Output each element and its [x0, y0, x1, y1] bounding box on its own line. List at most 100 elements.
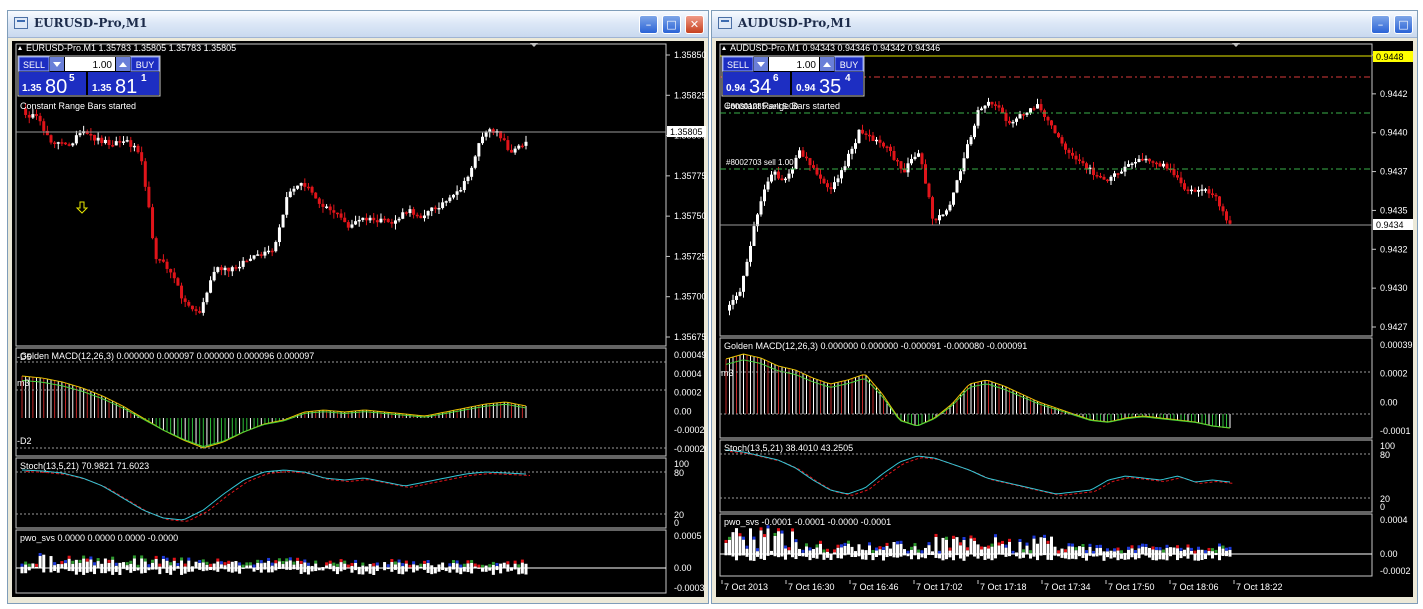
pwo-color-mark [1057, 550, 1060, 554]
candle-body [201, 302, 205, 313]
price-axis-label: 0.9427 [1380, 322, 1408, 332]
pwo-bar [966, 550, 969, 554]
pwo-bar [885, 545, 889, 554]
pwo-bar [948, 550, 952, 554]
pwo-color-mark [205, 561, 209, 565]
pwo-bar [868, 545, 871, 554]
price-axis-label: 0.9442 [1380, 89, 1408, 99]
pwo-bar [20, 568, 24, 574]
pwo-bar [263, 562, 267, 568]
collapse-triangle-icon[interactable] [722, 46, 726, 50]
pwo-bar [299, 563, 303, 568]
pwo-bar [441, 562, 445, 568]
audusd-titlebar[interactable]: AUDUSD-Pro,M1 – □ [712, 11, 1417, 38]
pwo-color-mark [125, 562, 129, 566]
pwo-bar [983, 554, 987, 560]
pwo-color-mark [245, 562, 249, 566]
pwo-bar [1186, 554, 1190, 559]
eurusd-titlebar[interactable]: EURUSD-Pro,M1 – □ ✕ [8, 11, 708, 38]
pwo-bar [896, 544, 899, 554]
candle-body [393, 220, 397, 224]
candle-body [1148, 158, 1151, 162]
pwo-bar [140, 558, 144, 568]
pwo-color-mark [1221, 545, 1225, 549]
maximize-button[interactable]: □ [662, 15, 681, 34]
candle-body [140, 152, 144, 162]
candle-body [335, 212, 339, 215]
pwo-bar [1074, 550, 1078, 554]
sell-signal-arrow-icon [75, 201, 89, 214]
maximize-button[interactable]: □ [1394, 15, 1413, 34]
candle-body [172, 272, 176, 279]
pwo-bar [815, 547, 819, 554]
candle-body [227, 267, 231, 272]
macd-axis-label: 0.00 [674, 406, 692, 416]
pwo-bar [913, 546, 917, 554]
eurusd-chart-area[interactable]: 1.358501.358251.358001.357751.357501.357… [12, 41, 706, 599]
candle-body [822, 178, 826, 184]
candle-body [517, 145, 521, 149]
price-axis-label: 1.35825 [674, 90, 706, 100]
pwo-bar [924, 547, 927, 554]
stoch-indicator-label: Stoch(13,5,21) 38.4010 43.2505 [724, 443, 853, 453]
candle-body [864, 133, 868, 135]
audusd-chart-area[interactable]: 0.94450.94420.94400.94370.94350.94320.94… [716, 41, 1413, 597]
candle-body [96, 137, 100, 141]
candle-body [934, 218, 938, 221]
status-message: Constant Range Bars started [724, 101, 840, 111]
candle-body [241, 260, 245, 267]
price-axis-label: 0.9432 [1380, 244, 1408, 254]
pane-frame-macd [15, 347, 667, 457]
candle-body [328, 206, 332, 211]
pwo-bar [216, 561, 220, 568]
candle-body [111, 145, 115, 147]
pwo-bar [1018, 541, 1022, 554]
pwo-color-mark [962, 536, 966, 540]
pwo-bar [85, 568, 89, 573]
candle-body [1211, 193, 1214, 195]
pwo-bar [285, 561, 289, 568]
pwo-color-mark [67, 555, 71, 559]
chart-shift-marker[interactable] [1232, 43, 1240, 47]
pwo-bar [1218, 546, 1221, 554]
candle-body [103, 139, 107, 144]
pwo-color-mark [339, 559, 343, 563]
pwo-color-mark [1151, 546, 1155, 550]
pwo-bar [1046, 554, 1050, 560]
pwo-bar [780, 533, 784, 554]
pwo-bar [397, 568, 401, 574]
audusd-chart-svg[interactable]: 0.94450.94420.94400.94370.94350.94320.94… [716, 41, 1415, 599]
candle-body [212, 271, 216, 281]
minimize-button[interactable]: – [1371, 15, 1390, 34]
pwo-bar [49, 568, 53, 573]
pwo-bar [752, 554, 756, 561]
candle-body [397, 218, 401, 221]
pwo-bar [864, 550, 868, 554]
pwo-color-mark [306, 562, 310, 566]
pwo-bar [1109, 554, 1113, 559]
candle-body [1060, 137, 1064, 144]
pwo-bar [74, 559, 78, 568]
pwo-bar [281, 564, 285, 568]
candle-body [987, 101, 990, 106]
pwo-bar [238, 568, 242, 574]
pwo-bar [843, 545, 847, 554]
pwo-bar [183, 568, 187, 574]
pwo-bar [766, 528, 770, 554]
candle-body [419, 215, 423, 219]
pwo-bar [1155, 550, 1158, 554]
collapse-triangle-icon[interactable] [18, 46, 22, 50]
pwo-color-mark [784, 545, 787, 549]
pwo-bar [861, 554, 864, 560]
pwo-bar [1144, 546, 1148, 554]
candle-body [74, 135, 78, 144]
minimize-button[interactable]: – [639, 15, 658, 34]
pwo-bar [1029, 554, 1032, 559]
pwo-bar [791, 531, 794, 554]
candle-body [941, 214, 945, 217]
pwo-bar [357, 568, 361, 575]
close-button[interactable]: ✕ [685, 15, 704, 34]
pwo-color-mark [1214, 549, 1218, 553]
chart-shift-marker[interactable] [530, 43, 538, 47]
eurusd-chart-svg[interactable]: 1.358501.358251.358001.357751.357501.357… [12, 41, 706, 599]
